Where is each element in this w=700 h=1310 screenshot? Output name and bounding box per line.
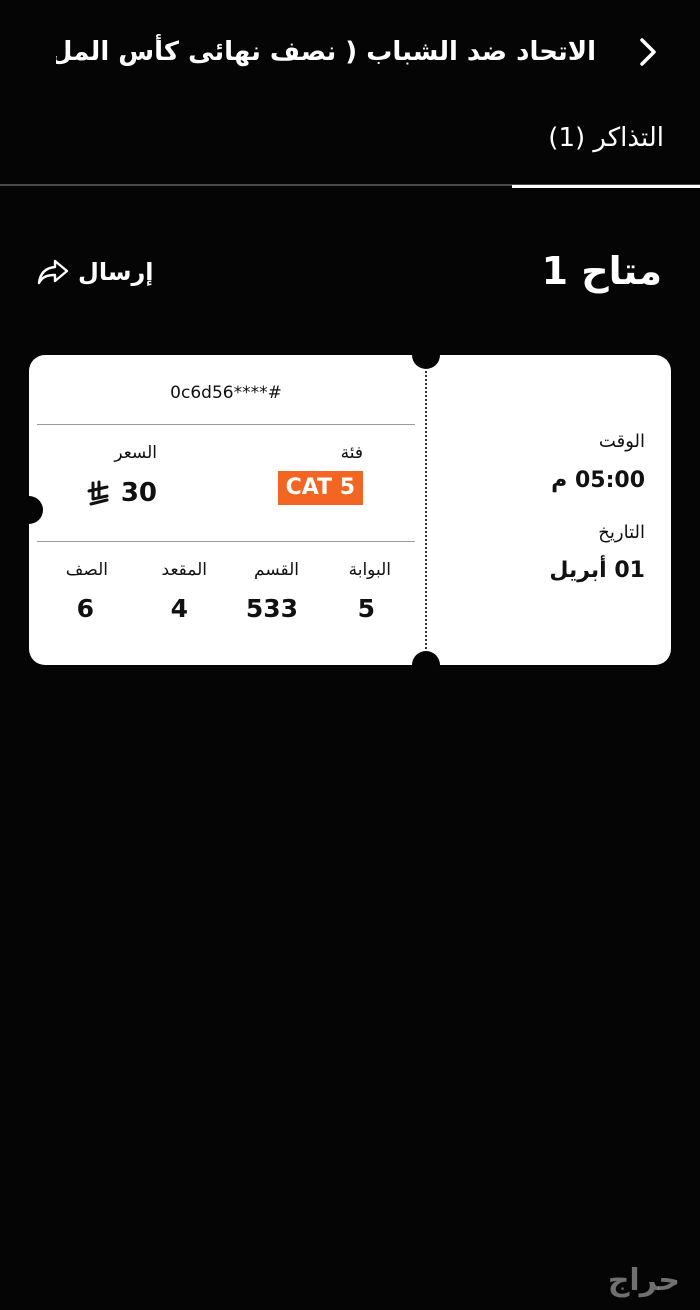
ticket-id: 0c6d56****# — [170, 383, 282, 403]
ticket-notch-top — [412, 341, 440, 369]
share-arrow-icon — [37, 259, 69, 285]
tab-tickets-label: التذاكر (1) — [548, 123, 664, 153]
back-button[interactable] — [630, 34, 666, 70]
ticket-notch-bottom — [412, 651, 440, 679]
date-label: التاريخ — [598, 522, 645, 543]
price-label: السعر — [114, 443, 157, 463]
ticket-notch-left — [15, 496, 43, 524]
available-count-title: متاح 1 — [541, 249, 662, 293]
tab-active-indicator — [512, 185, 700, 188]
watermark-logo: حراج — [607, 1263, 680, 1298]
price-value: 30 — [120, 478, 157, 508]
price-value-row: 30 — [87, 477, 157, 509]
send-button[interactable]: إرسال — [36, 254, 153, 290]
category-badge: CAT 5 — [277, 471, 363, 505]
section-label: القسم — [254, 560, 299, 580]
section-value: 533 — [245, 594, 298, 623]
ticket-divider — [37, 541, 415, 542]
riyal-icon — [87, 480, 109, 506]
time-value: 05:00 م — [551, 468, 645, 493]
ticket-divider — [37, 424, 415, 425]
send-button-label: إرسال — [78, 258, 154, 286]
row-value: 6 — [76, 594, 94, 623]
tab-bar: التذاكر (1) — [0, 110, 700, 188]
seat-label: المقعد — [161, 560, 207, 580]
tab-tickets[interactable]: التذاكر (1) — [512, 110, 700, 188]
category-label: فئة — [340, 443, 363, 463]
gate-value: 5 — [357, 594, 375, 623]
gate-label: البوابة — [348, 560, 391, 580]
ticket-card[interactable]: 0c6d56****# فئة CAT 5 السعر 30 البوابة 5… — [15, 341, 671, 679]
chevron-right-icon — [640, 38, 656, 66]
row-label: الصف — [65, 560, 108, 580]
seat-value: 4 — [170, 594, 188, 623]
top-bar: الاتحاد ضد الشباب ( نصف نهائى كأس المل..… — [0, 0, 700, 110]
ticket-perforation — [425, 371, 427, 649]
time-label: الوقت — [598, 431, 645, 452]
date-value: 01 أبريل — [549, 558, 645, 583]
page-title: الاتحاد ضد الشباب ( نصف نهائى كأس المل..… — [56, 37, 596, 67]
